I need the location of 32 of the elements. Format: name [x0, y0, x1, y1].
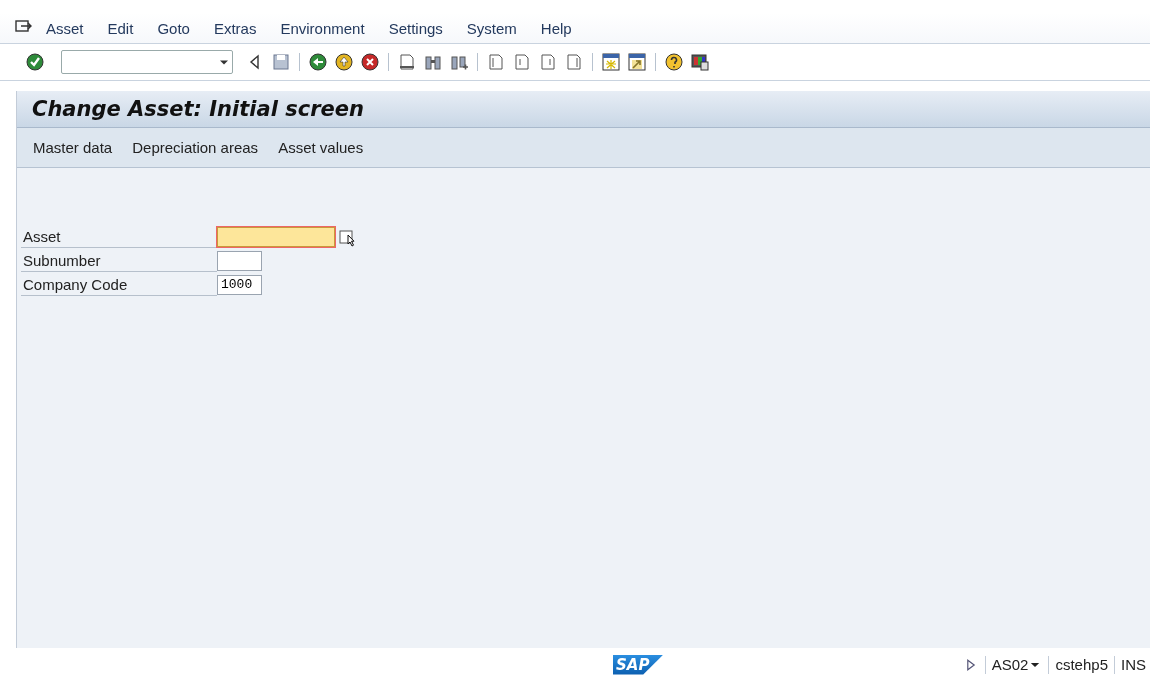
menu-item[interactable]: Goto — [145, 19, 202, 37]
input-field[interactable]: 1000 — [217, 274, 262, 295]
menu-item[interactable]: Asset — [34, 19, 96, 37]
shortcut-icon[interactable] — [627, 52, 647, 72]
cancel-icon[interactable] — [360, 52, 380, 72]
new-window-icon[interactable] — [601, 52, 621, 72]
toolbar-button[interactable]: Asset values — [268, 139, 374, 156]
command-field[interactable] — [61, 50, 233, 74]
menu-item[interactable]: Extras — [201, 19, 269, 37]
logo: SAP — [613, 654, 664, 675]
input-mode: INS — [1121, 656, 1146, 673]
menu-item[interactable]: Environment — [268, 19, 377, 37]
transaction-code: AS02 — [991, 656, 1029, 673]
field-label: Subnumber — [21, 249, 217, 272]
menu-item[interactable]: Settings — [376, 19, 455, 37]
input-field[interactable] — [217, 250, 262, 271]
monitor-icon[interactable] — [690, 52, 710, 72]
print-icon[interactable] — [397, 52, 417, 72]
exit-icon[interactable] — [334, 52, 354, 72]
input-field[interactable] — [217, 226, 335, 247]
toolbar-button[interactable]: Depreciation areas — [122, 139, 269, 156]
back-icon[interactable] — [308, 52, 328, 72]
save-icon[interactable] — [271, 52, 291, 72]
menu-item[interactable]: Edit — [95, 19, 146, 37]
toolbar-button[interactable]: Master data — [23, 139, 123, 156]
field-label: Company Code — [21, 273, 217, 296]
help-icon[interactable] — [664, 52, 684, 72]
menu-item[interactable]: Help — [528, 19, 584, 37]
screen-title: Change Asset: Initial screen — [17, 91, 1150, 128]
enter-icon[interactable] — [25, 52, 45, 72]
server-name: cstehp5 — [1055, 656, 1108, 673]
menu-item[interactable]: System — [454, 19, 529, 37]
